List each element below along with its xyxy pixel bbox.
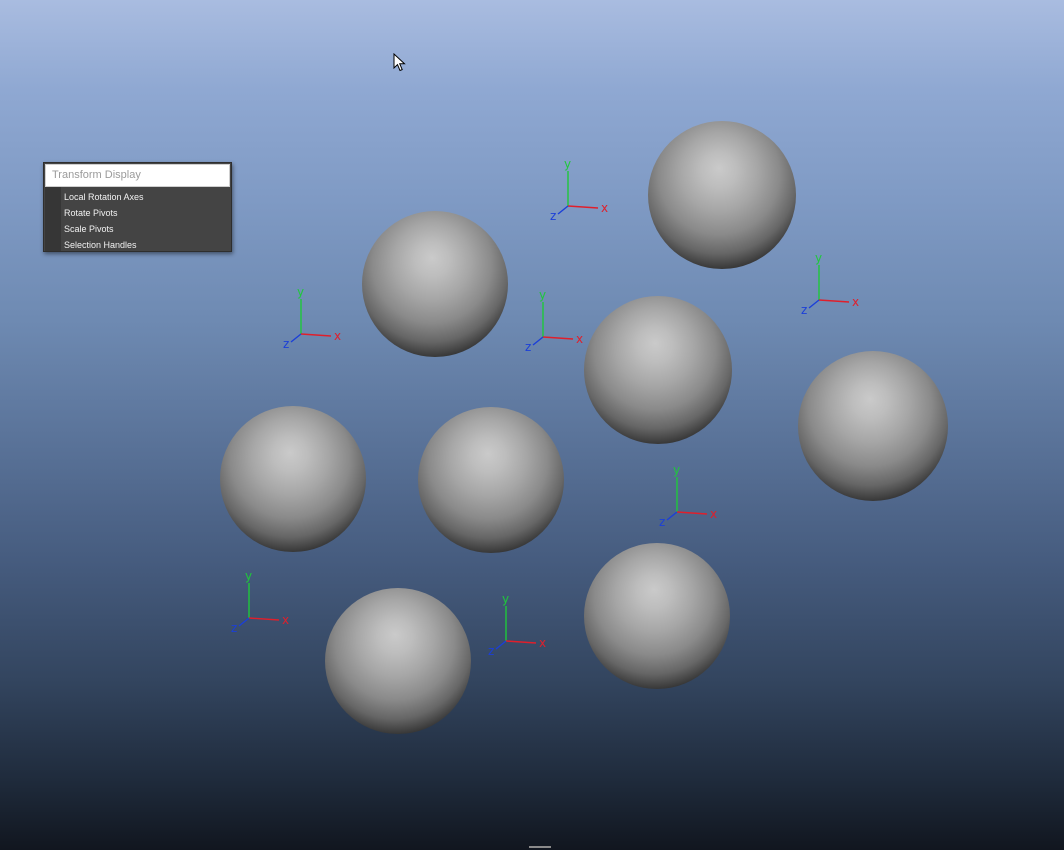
- axis-label-x: x: [539, 636, 546, 650]
- axis-gizmo: y x z: [231, 569, 289, 635]
- axis-gizmo: y x z: [283, 285, 341, 351]
- sphere-object[interactable]: [798, 351, 948, 501]
- sphere-object[interactable]: [648, 121, 796, 269]
- axis-gizmo: y x z: [801, 251, 859, 317]
- scene-canvas[interactable]: y x z y x z y x z y x z y x z y x z y x z: [0, 0, 1064, 850]
- menu-item-selection-handles[interactable]: Selection Handles: [61, 237, 231, 253]
- perspective-viewport[interactable]: y x z y x z y x z y x z y x z y x z y x z Transform Display …: [0, 0, 1064, 850]
- sphere-objects: [220, 121, 948, 734]
- menu-title: Transform Display: [45, 164, 230, 187]
- axis-label-z: z: [525, 340, 531, 354]
- axis-gizmo: y x z: [550, 157, 608, 223]
- axis-label-z: z: [283, 337, 289, 351]
- axis-label-y: y: [539, 288, 546, 302]
- sphere-object[interactable]: [220, 406, 366, 552]
- arrow-cursor-icon: [393, 53, 406, 72]
- axis-label-x: x: [334, 329, 341, 343]
- sphere-object[interactable]: [325, 588, 471, 734]
- axis-label-z: z: [659, 515, 665, 529]
- axis-label-y: y: [297, 285, 304, 299]
- axis-gizmo: y x z: [488, 592, 546, 658]
- axis-label-z: z: [488, 644, 494, 658]
- axis-label-x: x: [852, 295, 859, 309]
- axis-label-x: x: [576, 332, 583, 346]
- axis-label-y: y: [502, 592, 509, 606]
- axis-label-x: x: [282, 613, 289, 627]
- sphere-object[interactable]: [584, 543, 730, 689]
- axis-label-z: z: [231, 621, 237, 635]
- transform-display-menu: Transform Display Local Rotation Axes Ro…: [43, 162, 232, 252]
- menu-item-scale-pivots[interactable]: Scale Pivots: [61, 221, 231, 237]
- axis-label-x: x: [710, 507, 717, 521]
- axis-label-z: z: [801, 303, 807, 317]
- menu-gutter: [45, 187, 61, 251]
- sphere-object[interactable]: [418, 407, 564, 553]
- sphere-object[interactable]: [584, 296, 732, 444]
- axis-label-z: z: [550, 209, 556, 223]
- axis-label-y: y: [564, 157, 571, 171]
- viewport-bottom-marker: [529, 846, 551, 848]
- menu-item-local-rotation-axes[interactable]: Local Rotation Axes: [61, 189, 231, 205]
- axis-label-y: y: [245, 569, 252, 583]
- axis-label-x: x: [601, 201, 608, 215]
- menu-item-rotate-pivots[interactable]: Rotate Pivots: [61, 205, 231, 221]
- sphere-object[interactable]: [362, 211, 508, 357]
- axis-label-y: y: [673, 463, 680, 477]
- axis-label-y: y: [815, 251, 822, 265]
- axis-gizmo: y x z: [659, 463, 717, 529]
- axis-gizmo: y x z: [525, 288, 583, 354]
